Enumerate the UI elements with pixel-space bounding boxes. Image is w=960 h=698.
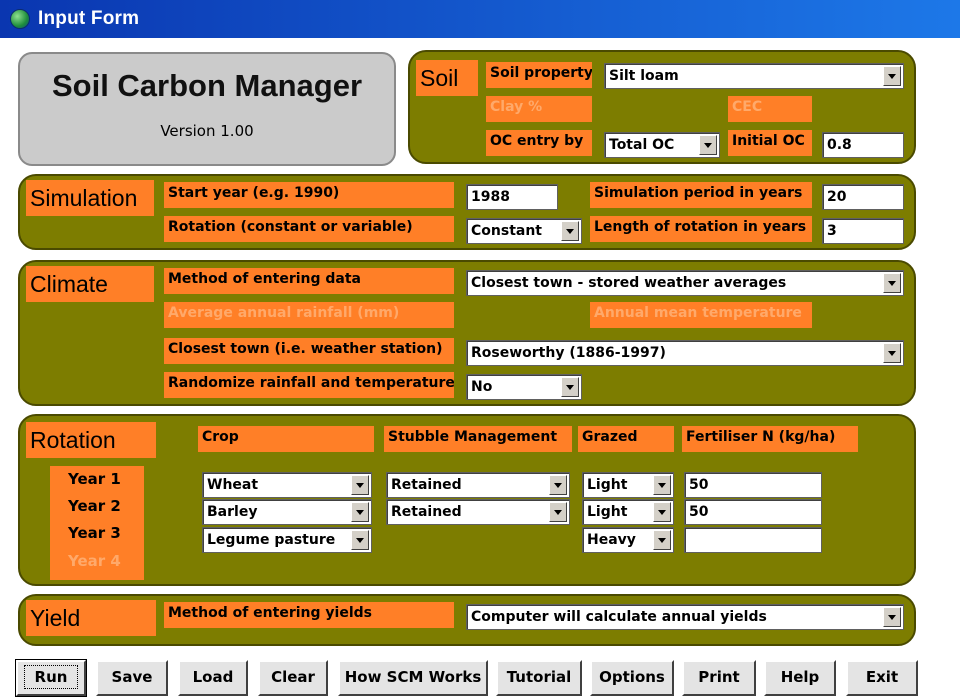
- clear-button[interactable]: Clear: [258, 660, 328, 696]
- start-year-field[interactable]: 1988: [466, 184, 558, 210]
- year-3-grazed-select[interactable]: Heavy: [582, 527, 674, 553]
- cec-label: CEC: [728, 96, 812, 122]
- simulation-period-field[interactable]: 20: [822, 184, 904, 210]
- randomize-value: No: [471, 379, 493, 395]
- rotation-type-select[interactable]: Constant: [466, 218, 582, 244]
- year-2-grazed-select[interactable]: Light: [582, 499, 674, 525]
- chevron-down-icon[interactable]: [883, 273, 901, 293]
- initial-oc-field[interactable]: 0.8: [822, 132, 904, 158]
- crop-header: Crop: [198, 426, 374, 452]
- year-2-crop-value: Barley: [207, 504, 258, 520]
- year-1-label: Year 1: [68, 470, 121, 488]
- soil-property-select[interactable]: Silt loam: [604, 63, 904, 89]
- year-4-label: Year 4: [68, 552, 121, 570]
- load-button[interactable]: Load: [178, 660, 248, 696]
- year-3-fertiliser-field[interactable]: [684, 527, 822, 553]
- chevron-down-icon[interactable]: [351, 475, 369, 495]
- exit-button[interactable]: Exit: [846, 660, 918, 696]
- yield-method-value: Computer will calculate annual yields: [471, 609, 767, 625]
- chevron-down-icon[interactable]: [549, 475, 567, 495]
- year-1-stubble-select[interactable]: Retained: [386, 472, 570, 498]
- chevron-down-icon[interactable]: [561, 221, 579, 241]
- soil-property-value: Silt loam: [609, 68, 679, 84]
- chevron-down-icon[interactable]: [561, 377, 579, 397]
- chevron-down-icon[interactable]: [653, 475, 671, 495]
- year-3-grazed-value: Heavy: [587, 532, 636, 548]
- app-name: Soil Carbon Manager: [51, 68, 363, 103]
- simulation-section-label: Simulation: [26, 180, 154, 216]
- temperature-label: Annual mean temperature: [590, 302, 812, 328]
- how-scm-works-button[interactable]: How SCM Works: [338, 660, 488, 696]
- title-bar: Input Form: [0, 0, 960, 38]
- climate-method-label: Method of entering data: [164, 268, 454, 294]
- rotation-length-field[interactable]: 3: [822, 218, 904, 244]
- chevron-down-icon[interactable]: [351, 502, 369, 522]
- year-1-fertiliser-field[interactable]: 50: [684, 472, 822, 498]
- year-1-crop-select[interactable]: Wheat: [202, 472, 372, 498]
- rotation-type-label: Rotation (constant or variable): [164, 216, 454, 242]
- save-button[interactable]: Save: [96, 660, 168, 696]
- options-button[interactable]: Options: [590, 660, 674, 696]
- year-2-grazed-value: Light: [587, 504, 628, 520]
- year-1-stubble-value: Retained: [391, 477, 462, 493]
- year-1-grazed-value: Light: [587, 477, 628, 493]
- oc-entry-label: OC entry by: [486, 130, 592, 156]
- chevron-down-icon[interactable]: [883, 607, 901, 627]
- rainfall-label: Average annual rainfall (mm): [164, 302, 454, 328]
- help-button[interactable]: Help: [764, 660, 836, 696]
- yield-method-select[interactable]: Computer will calculate annual yields: [466, 604, 904, 630]
- run-button[interactable]: Run: [15, 659, 87, 697]
- chevron-down-icon[interactable]: [653, 530, 671, 550]
- soil-section-label: Soil: [416, 60, 478, 96]
- window-title: Input Form: [38, 8, 140, 29]
- randomize-label: Randomize rainfall and temperature: [164, 372, 454, 398]
- start-year-label: Start year (e.g. 1990): [164, 182, 454, 208]
- year-2-stubble-value: Retained: [391, 504, 462, 520]
- soil-property-label: Soil property: [486, 62, 592, 88]
- simulation-period-label: Simulation period in years: [590, 182, 812, 208]
- chevron-down-icon[interactable]: [883, 66, 901, 86]
- year-2-fertiliser-field[interactable]: 50: [684, 499, 822, 525]
- grazed-header: Grazed: [578, 426, 674, 452]
- chevron-down-icon[interactable]: [351, 530, 369, 550]
- globe-icon: [10, 9, 30, 29]
- rotation-section-label: Rotation: [26, 422, 156, 458]
- year-2-label: Year 2: [68, 497, 121, 515]
- climate-method-select[interactable]: Closest town - stored weather averages: [466, 270, 904, 296]
- tutorial-button[interactable]: Tutorial: [496, 660, 582, 696]
- clay-label: Clay %: [486, 96, 592, 122]
- year-1-grazed-select[interactable]: Light: [582, 472, 674, 498]
- rotation-type-value: Constant: [471, 223, 542, 239]
- climate-method-value: Closest town - stored weather averages: [471, 275, 787, 291]
- chevron-down-icon[interactable]: [883, 343, 901, 363]
- stubble-header: Stubble Management: [384, 426, 572, 452]
- chevron-down-icon[interactable]: [653, 502, 671, 522]
- app-version: Version 1.00: [160, 122, 254, 140]
- app-header: Soil Carbon Manager Version 1.00: [18, 52, 396, 166]
- year-1-crop-value: Wheat: [207, 477, 259, 493]
- closest-town-label: Closest town (i.e. weather station): [164, 338, 454, 364]
- oc-entry-select[interactable]: Total OC: [604, 132, 720, 158]
- oc-entry-value: Total OC: [609, 137, 675, 153]
- closest-town-select[interactable]: Roseworthy (1886-1997): [466, 340, 904, 366]
- initial-oc-label: Initial OC: [728, 130, 812, 156]
- yield-section-label: Yield: [26, 600, 156, 636]
- fertiliser-header: Fertiliser N (kg/ha): [682, 426, 858, 452]
- climate-section-label: Climate: [26, 266, 154, 302]
- rotation-length-label: Length of rotation in years: [590, 216, 812, 242]
- year-3-label: Year 3: [68, 524, 121, 542]
- yield-method-label: Method of entering yields: [164, 602, 454, 628]
- chevron-down-icon[interactable]: [699, 135, 717, 155]
- chevron-down-icon[interactable]: [549, 502, 567, 522]
- print-button[interactable]: Print: [682, 660, 756, 696]
- randomize-select[interactable]: No: [466, 374, 582, 400]
- year-3-crop-value: Legume pasture: [207, 532, 336, 548]
- year-2-crop-select[interactable]: Barley: [202, 499, 372, 525]
- closest-town-value: Roseworthy (1886-1997): [471, 345, 666, 361]
- year-2-stubble-select[interactable]: Retained: [386, 499, 570, 525]
- year-3-crop-select[interactable]: Legume pasture: [202, 527, 372, 553]
